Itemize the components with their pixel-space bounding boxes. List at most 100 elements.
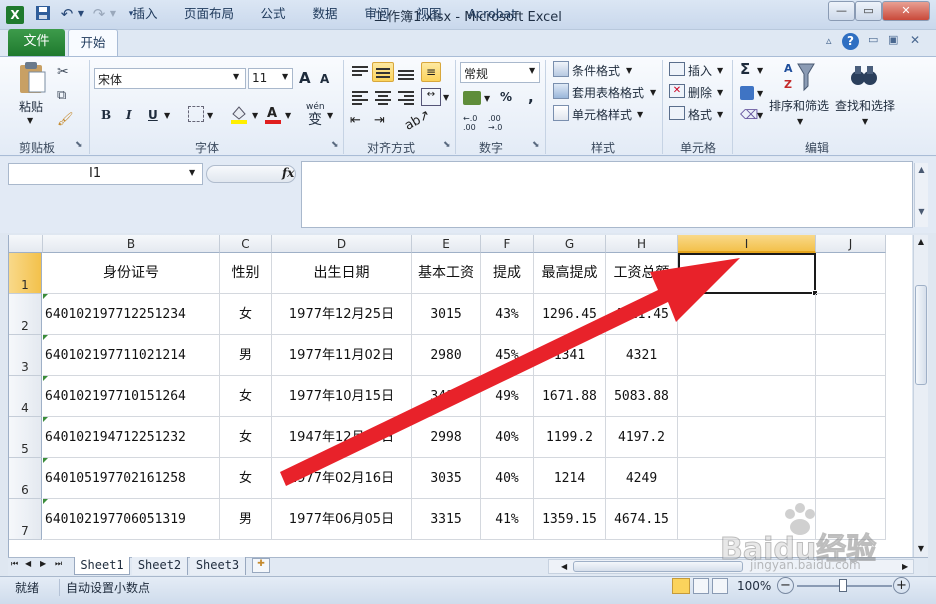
increase-decimal-icon[interactable]: ←.0 .00: [463, 114, 483, 132]
paste-icon[interactable]: [16, 60, 48, 96]
zoom-slider-thumb[interactable]: [839, 579, 847, 592]
last-sheet-icon[interactable]: ⏭: [55, 559, 62, 569]
table-cell[interactable]: [816, 417, 886, 458]
autosum-icon[interactable]: Σ: [740, 60, 750, 78]
sort-filter-button[interactable]: 排序和筛选: [769, 97, 829, 114]
chevron-down-icon[interactable]: ▼: [233, 72, 239, 81]
phonetic-dropdown-icon[interactable]: ▼: [327, 111, 333, 120]
tab-acrobat[interactable]: Acrobat: [462, 4, 522, 26]
table-cell[interactable]: 3015: [412, 294, 481, 335]
row-header-5[interactable]: 5: [9, 417, 42, 458]
header-cell[interactable]: 基本工资: [412, 253, 481, 294]
paste-button[interactable]: 粘贴: [19, 98, 43, 115]
sort-filter-icon[interactable]: AZ: [784, 60, 816, 94]
border-icon[interactable]: [188, 106, 204, 122]
column-header-B[interactable]: B: [43, 235, 220, 253]
table-cell[interactable]: 640105197702161258: [43, 458, 220, 499]
align-left-icon[interactable]: [350, 88, 370, 106]
fill-color-dropdown-icon[interactable]: ▼: [252, 111, 258, 120]
alignment-launcher-icon[interactable]: ⬊: [443, 140, 451, 150]
table-cell[interactable]: 男: [220, 335, 272, 376]
font-name-select[interactable]: 宋体 ▼: [94, 68, 246, 89]
name-box[interactable]: I1 ▼: [8, 163, 203, 185]
formula-input[interactable]: [301, 161, 913, 228]
conditional-format-button[interactable]: 条件格式: [572, 62, 620, 79]
header-cell[interactable]: 身份证号: [43, 253, 220, 294]
table-cell[interactable]: 4321: [606, 335, 678, 376]
table-cell[interactable]: [816, 294, 886, 335]
table-cell[interactable]: [678, 417, 816, 458]
font-launcher-icon[interactable]: ⬊: [331, 140, 339, 150]
header-cell[interactable]: 提成: [481, 253, 534, 294]
table-cell[interactable]: 640102197706051319: [43, 499, 220, 540]
font-color-dropdown-icon[interactable]: ▼: [285, 111, 291, 120]
table-cell[interactable]: 1359.15: [534, 499, 606, 540]
table-cell[interactable]: 女: [220, 294, 272, 335]
table-cell[interactable]: 1977年11月02日: [272, 335, 412, 376]
table-cell[interactable]: [816, 376, 886, 417]
clear-dropdown-icon[interactable]: ▼: [757, 111, 763, 120]
scrollbar-thumb[interactable]: [915, 285, 927, 385]
table-cell[interactable]: 1977年10月15日: [272, 376, 412, 417]
table-cell[interactable]: 640102197710151264: [43, 376, 220, 417]
underline-dropdown-icon[interactable]: ▼: [164, 111, 170, 120]
sheet-tab-sheet2[interactable]: Sheet2: [132, 557, 188, 575]
table-cell[interactable]: 男: [220, 499, 272, 540]
chevron-down-icon[interactable]: ▼: [189, 168, 195, 177]
delete-cells-icon[interactable]: ✕: [669, 84, 685, 98]
cell-styles-button[interactable]: 单元格样式: [572, 106, 632, 123]
table-cell[interactable]: 41%: [481, 499, 534, 540]
tab-page-layout[interactable]: 页面布局: [177, 4, 241, 26]
column-header-D[interactable]: D: [272, 235, 412, 253]
chevron-down-icon[interactable]: ▼: [529, 66, 535, 75]
table-cell[interactable]: [816, 335, 886, 376]
column-header-F[interactable]: F: [481, 235, 534, 253]
first-sheet-icon[interactable]: ⏮: [11, 559, 18, 569]
help-icon[interactable]: ?: [842, 33, 859, 50]
normal-view-icon[interactable]: [672, 578, 690, 594]
conditional-format-icon[interactable]: [553, 61, 569, 77]
table-cell[interactable]: 640102197711021214: [43, 335, 220, 376]
minimize-button[interactable]: —: [828, 1, 855, 21]
fill-color-icon[interactable]: [230, 104, 248, 124]
format-as-table-button[interactable]: 套用表格格式: [572, 84, 644, 101]
align-top-icon[interactable]: [350, 63, 370, 81]
number-launcher-icon[interactable]: ⬊: [532, 140, 540, 150]
tab-formulas[interactable]: 公式: [252, 4, 294, 26]
decrease-indent-icon[interactable]: ⇤: [350, 113, 361, 128]
column-header-J[interactable]: J: [816, 235, 886, 253]
row-header-1[interactable]: 1: [9, 253, 42, 294]
currency-icon[interactable]: [463, 91, 481, 105]
table-cell[interactable]: 640102194712251232: [43, 417, 220, 458]
paste-dropdown-icon[interactable]: ▼: [27, 116, 33, 125]
header-cell[interactable]: 出生日期: [272, 253, 412, 294]
insert-dropdown-icon[interactable]: ▼: [717, 66, 723, 75]
chevron-down-icon[interactable]: ▼: [282, 72, 288, 81]
scroll-left-icon[interactable]: ◀: [561, 560, 567, 573]
clipboard-launcher-icon[interactable]: ⬊: [75, 140, 83, 150]
cell-styles-dropdown-icon[interactable]: ▼: [637, 110, 643, 119]
fill-icon[interactable]: [740, 86, 754, 100]
grow-font-icon[interactable]: A: [299, 69, 311, 87]
table-cell[interactable]: [678, 376, 816, 417]
align-center-icon[interactable]: [373, 88, 393, 106]
table-cell[interactable]: 2998: [412, 417, 481, 458]
align-middle-icon[interactable]: [372, 62, 394, 82]
percent-button[interactable]: %: [500, 90, 512, 104]
row-header-6[interactable]: 6: [9, 458, 42, 499]
format-painter-icon[interactable]: 🖌: [57, 112, 74, 127]
conditional-format-dropdown-icon[interactable]: ▼: [626, 66, 632, 75]
table-cell[interactable]: 3035: [412, 458, 481, 499]
italic-button[interactable]: I: [126, 108, 132, 122]
table-cell[interactable]: [816, 458, 886, 499]
number-format-select[interactable]: 常规 ▼: [460, 62, 540, 83]
table-cell[interactable]: 1214: [534, 458, 606, 499]
table-cell[interactable]: 49%: [481, 376, 534, 417]
active-cell-I1[interactable]: [678, 253, 818, 296]
table-cell[interactable]: 3412: [412, 376, 481, 417]
table-cell[interactable]: 2980: [412, 335, 481, 376]
table-cell[interactable]: 4249: [606, 458, 678, 499]
maximize-button[interactable]: ▭: [855, 1, 882, 21]
table-cell[interactable]: 45%: [481, 335, 534, 376]
sort-filter-dropdown-icon[interactable]: ▼: [797, 117, 803, 126]
